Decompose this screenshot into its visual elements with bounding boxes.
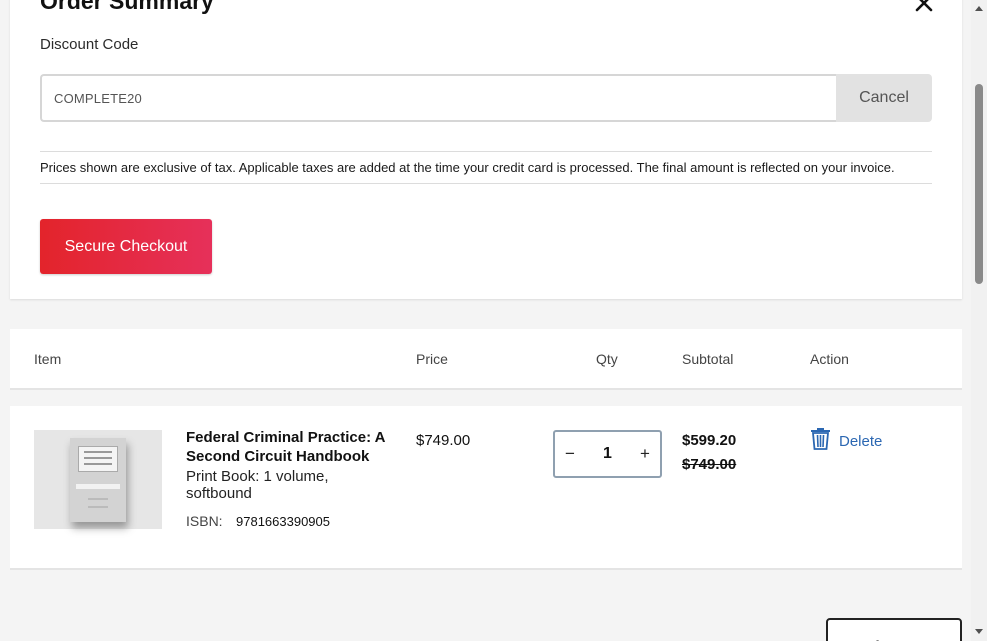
- update-cart-button[interactable]: Update Cart: [826, 618, 962, 641]
- product-title-link[interactable]: Federal Criminal Practice: A Second Circ…: [186, 428, 396, 466]
- item-subtotal-original: $749.00: [682, 456, 737, 473]
- cart-item-row: Federal Criminal Practice: A Second Circ…: [10, 406, 962, 570]
- trash-icon: [810, 428, 831, 454]
- book-cover-image: [70, 438, 126, 522]
- product-thumbnail[interactable]: [34, 430, 162, 529]
- qty-increase-button[interactable]: +: [630, 432, 660, 476]
- isbn-label: ISBN:: [186, 513, 223, 529]
- isbn-value: 9781663390905: [236, 514, 330, 529]
- delete-label: Delete: [839, 432, 883, 450]
- item-price: $749.00: [416, 432, 471, 449]
- scroll-thumb[interactable]: [975, 84, 983, 284]
- page-scrollbar[interactable]: [971, 0, 987, 641]
- close-icon[interactable]: [913, 0, 935, 14]
- secure-checkout-button[interactable]: Secure Checkout: [40, 219, 212, 274]
- order-summary-card: Order Summary Discount Code Cancel Price…: [10, 0, 962, 299]
- discount-code-input[interactable]: [40, 74, 836, 122]
- header-action: Action: [810, 351, 849, 367]
- delete-button[interactable]: Delete: [810, 428, 883, 454]
- header-qty: Qty: [596, 351, 618, 367]
- order-summary-title: Order Summary: [40, 0, 214, 14]
- cart-table-header: Item Price Qty Subtotal Action: [10, 329, 962, 390]
- scroll-up-arrow-icon[interactable]: [975, 6, 983, 11]
- discount-cancel-button[interactable]: Cancel: [836, 74, 932, 122]
- discount-code-row: Cancel: [40, 74, 932, 122]
- header-item: Item: [34, 351, 62, 367]
- discount-code-label: Discount Code: [40, 36, 139, 53]
- tax-note: Prices shown are exclusive of tax. Appli…: [40, 151, 932, 184]
- header-price: Price: [416, 351, 448, 367]
- qty-value[interactable]: 1: [585, 445, 630, 463]
- quantity-stepper: − 1 +: [553, 430, 662, 478]
- scroll-down-arrow-icon[interactable]: [975, 629, 983, 634]
- header-subtotal: Subtotal: [682, 351, 734, 367]
- product-format: Print Book: 1 volume, softbound: [186, 468, 329, 502]
- qty-decrease-button[interactable]: −: [555, 432, 585, 476]
- item-subtotal: $599.20: [682, 432, 737, 449]
